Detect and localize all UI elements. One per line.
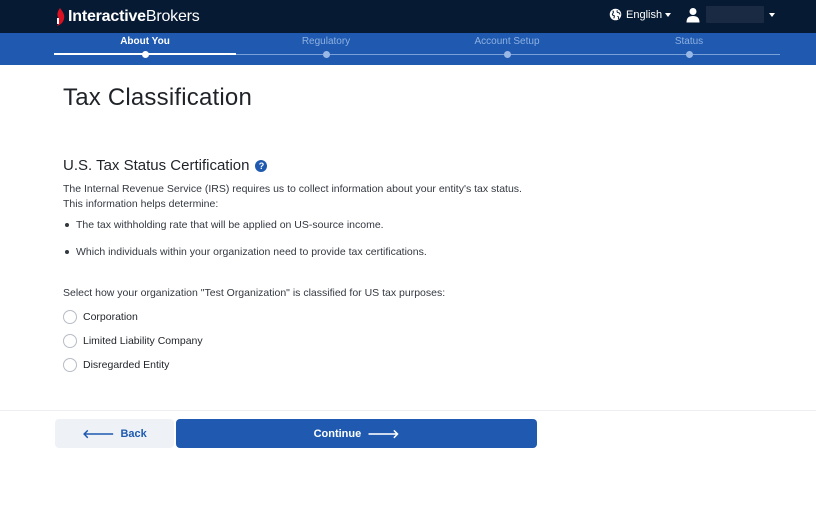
person-icon: [686, 7, 700, 22]
top-bar: InteractiveBrokers English: [0, 0, 816, 33]
progress-stepper: About You Regulatory Account Setup Statu…: [0, 33, 816, 65]
footer-divider: [0, 410, 816, 411]
step-account-setup[interactable]: Account Setup: [447, 36, 567, 47]
radio-option-llc[interactable]: Limited Liability Company: [63, 329, 203, 353]
info-bullet-list: The tax withholding rate that will be ap…: [63, 218, 427, 272]
radio-button[interactable]: [63, 310, 77, 324]
intro-text: The Internal Revenue Service (IRS) requi…: [63, 183, 522, 210]
language-label: English: [626, 8, 663, 21]
step-dot-status: [686, 51, 693, 58]
step-about-you[interactable]: About You: [85, 36, 205, 47]
continue-button[interactable]: Continue 🡒: [176, 419, 537, 448]
section-title: U.S. Tax Status Certification ?: [63, 157, 268, 174]
section-title-text: U.S. Tax Status Certification: [63, 157, 250, 174]
arrow-right-icon: 🡒: [367, 427, 400, 441]
back-button[interactable]: 🡐 Back: [55, 419, 174, 448]
radio-label: Corporation: [83, 311, 138, 323]
chevron-down-icon: [665, 12, 672, 17]
arrow-left-icon: 🡐: [82, 427, 115, 441]
user-menu[interactable]: [686, 6, 775, 23]
list-item: Which individuals within your organizati…: [63, 245, 427, 272]
radio-option-disregarded-entity[interactable]: Disregarded Entity: [63, 353, 203, 377]
page-title: Tax Classification: [63, 84, 253, 111]
step-dot-about-you: [142, 51, 149, 58]
back-button-label: Back: [120, 427, 147, 440]
step-status[interactable]: Status: [629, 36, 749, 47]
continue-button-label: Continue: [313, 427, 362, 440]
step-dot-account-setup: [504, 51, 511, 58]
radio-label: Limited Liability Company: [83, 335, 203, 347]
radio-button[interactable]: [63, 334, 77, 348]
help-icon[interactable]: ?: [255, 159, 268, 172]
step-regulatory[interactable]: Regulatory: [266, 36, 386, 47]
tax-classification-radio-group: Corporation Limited Liability Company Di…: [63, 305, 203, 377]
step-dot-regulatory: [323, 51, 330, 58]
radio-option-corporation[interactable]: Corporation: [63, 305, 203, 329]
brand-logo[interactable]: InteractiveBrokers: [54, 6, 200, 28]
classification-prompt: Select how your organization "Test Organ…: [63, 287, 446, 299]
language-selector[interactable]: English: [609, 8, 672, 21]
logo-text: InteractiveBrokers: [68, 8, 200, 25]
logo-flame-icon: [57, 8, 65, 26]
chevron-down-icon: [769, 12, 775, 17]
radio-button[interactable]: [63, 358, 77, 372]
list-item: The tax withholding rate that will be ap…: [63, 218, 427, 245]
radio-label: Disregarded Entity: [83, 359, 170, 371]
globe-icon: [609, 8, 622, 21]
username-redacted: [706, 6, 764, 23]
